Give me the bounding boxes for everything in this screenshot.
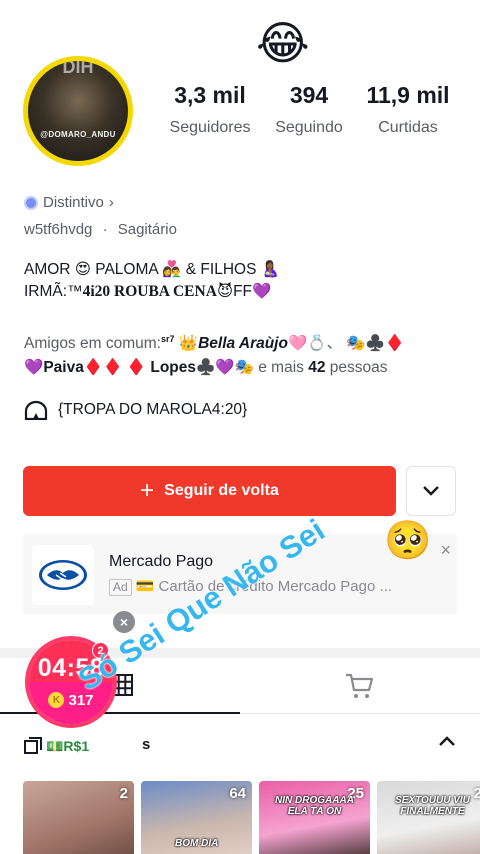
bio-line-2-bold: 4i20 ROUBA CENA <box>82 283 217 300</box>
profile-avatar[interactable]: DIH @DOMARO_ANDU <box>23 56 133 166</box>
handle-row: w5tf6hvdg · Sagitário <box>24 221 177 238</box>
following-label: Seguindo <box>275 119 343 136</box>
plus-icon: + <box>140 477 155 504</box>
bio-line-2-suffix: 😈FF💜 <box>216 283 272 300</box>
pleading-emoji: 🥺 <box>384 520 432 562</box>
avatar-top-text: DIH <box>62 61 94 77</box>
mutual-friends[interactable]: Amigos em comum:sr7 👑Bella Araùjo🩷💍、 🎭♣️… <box>24 327 464 380</box>
followers-count: 3,3 mil <box>174 82 246 108</box>
group-tent-icon <box>24 400 48 420</box>
ad-close-button[interactable]: × <box>440 540 451 561</box>
mutual-sup: sr7 <box>160 334 175 344</box>
collection-label: 💵R$1 <box>46 737 90 754</box>
mutual-line-1: Amigos em comum:sr7 👑Bella Araùjo🩷💍、 🎭♣️… <box>24 327 464 356</box>
bio-line-1: AMOR 😍 PALOMA 👩‍❤️‍👨 & FILHOS 🤱🏾 <box>24 261 281 278</box>
video-thumbnail[interactable]: 2 SEXTOUUU VIU FINALMENTE <box>377 781 480 854</box>
mutual-count: 42 <box>308 359 326 377</box>
follow-back-label: Seguir de volta <box>164 482 279 499</box>
chevron-down-icon <box>423 486 439 496</box>
mutual-name3-suffix: ♣️💜🎭 <box>196 359 254 377</box>
credit-card-icon: 💳 <box>135 578 155 595</box>
username-handle: w5tf6hvdg <box>24 221 93 238</box>
likes-count: 11,9 mil <box>366 82 450 108</box>
group-label: {TROPA DO MAROLA4:20} <box>58 401 248 418</box>
collection-label-tail: s <box>142 736 151 753</box>
video-thumbnail[interactable]: 2 <box>23 781 134 854</box>
badge-label: Distintivo <box>43 194 104 211</box>
following-count: 394 <box>289 82 329 108</box>
chevron-up-icon[interactable] <box>438 735 456 747</box>
video-count: 64 <box>229 785 246 802</box>
badge-icon <box>24 195 38 210</box>
avatar-caption: @DOMARO_ANDU <box>40 130 116 139</box>
followers-label: Seguidores <box>169 119 251 136</box>
mutual-name2-suffix: ♦️♦️ ♦️ <box>83 359 147 377</box>
mutual-name-2: Paiva <box>43 359 84 377</box>
collection-header[interactable]: 💵R$1 s <box>24 733 460 759</box>
tab-shop[interactable] <box>344 672 374 705</box>
likes-label: Curtidas <box>378 119 438 136</box>
ad-description: Ad 💳 Cartão de crédito Mercado Pago ... <box>109 577 439 596</box>
followers-stat[interactable]: 3,3 mil Seguidores <box>160 82 260 137</box>
collection-icon <box>24 737 42 754</box>
mutual-prefix: Amigos em comum: <box>24 335 161 353</box>
bio-line-2: IRMÃ:™4i20 ROUBA CENA😈FF💜 <box>24 281 280 303</box>
handshake-icon <box>39 560 87 590</box>
mutual-name1-suffix: 🩷💍、 🎭♣️♦️ <box>287 335 405 353</box>
mutual-line-2: 💜Paiva♦️♦️ ♦️ Lopes♣️💜🎭 e mais 42 pessoa… <box>24 356 464 380</box>
video-thumbnail[interactable]: 25 NIN DROGAAAA ELA TÁ ON <box>259 781 370 854</box>
profile-bio: AMOR 😍 PALOMA 👩‍❤️‍👨 & FILHOS 🤱🏾 IRMÃ:™4… <box>24 259 280 303</box>
ad-tag: Ad <box>109 579 132 596</box>
mutual-and-more: e mais <box>258 359 304 377</box>
cart-icon <box>346 673 374 698</box>
likes-stat[interactable]: 11,9 mil Curtidas <box>358 82 458 137</box>
mutual-name-3: Lopes <box>150 359 197 377</box>
video-caption: NIN DROGAAAA ELA TÁ ON <box>275 795 354 817</box>
separator-dot: · <box>102 221 108 238</box>
bio-line-2-prefix: IRMÃ:™ <box>24 283 83 300</box>
badge-link[interactable]: Distintivo › <box>24 194 114 211</box>
follow-back-button[interactable]: + Seguir de volta <box>23 466 396 516</box>
mercado-pago-logo <box>32 545 94 605</box>
zodiac-sign: Sagitário <box>117 221 177 238</box>
mutual-line2-emoji: 💜 <box>24 359 44 377</box>
following-stat[interactable]: 394 Seguindo <box>258 82 360 137</box>
video-grid: 2 64 BOM DIA 25 NIN DROGAAAA ELA TÁ ON 2… <box>23 781 480 854</box>
ad-title: Mercado Pago <box>109 553 214 570</box>
chevron-right-icon: › <box>108 194 114 211</box>
video-thumbnail[interactable]: 64 BOM DIA <box>141 781 252 854</box>
coin-icon: K <box>48 692 65 708</box>
mutual-people: pessoas <box>329 359 388 377</box>
mutual-name-1: Bella Araùjo <box>198 335 288 353</box>
avatar-photo: DIH @DOMARO_ANDU <box>28 61 128 161</box>
video-count: 2 <box>119 785 128 802</box>
laughing-emoji: 😂 <box>256 17 310 69</box>
video-caption: SEXTOUUU VIU FINALMENTE <box>395 795 470 817</box>
video-caption: BOM DIA <box>175 838 219 849</box>
suggestions-dropdown-button[interactable] <box>406 466 456 516</box>
mutual-name1-emoji: 👑 <box>178 335 199 353</box>
group-link[interactable]: {TROPA DO MAROLA4:20} <box>24 400 247 420</box>
